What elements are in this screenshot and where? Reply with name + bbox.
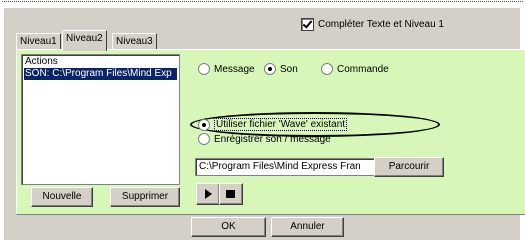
ok-button[interactable]: OK — [191, 217, 266, 237]
radio-record-sound-button[interactable] — [198, 133, 210, 145]
browse-button[interactable]: Parcourir — [374, 157, 444, 177]
radio-use-existing-wave-label: Utiliser fichier 'Wave' existant — [214, 118, 348, 131]
radio-commande[interactable]: Commande — [321, 63, 389, 75]
actions-list-header: Actions — [25, 56, 58, 67]
play-button[interactable] — [196, 183, 220, 205]
new-button[interactable]: Nouvelle — [31, 187, 93, 207]
delete-button[interactable]: Supprimer — [110, 187, 180, 207]
tab-niveau2[interactable]: Niveau2 — [62, 30, 107, 51]
radio-record-sound-label: Enrégistrer son / message — [214, 133, 331, 145]
radio-son[interactable]: Son — [264, 63, 298, 75]
actions-listbox[interactable]: Actions SON: C:\Program Files\Mind Exp — [21, 54, 180, 185]
wave-file-path-field[interactable]: C:\Program Files\Mind Express Fran — [195, 158, 375, 176]
radio-message-label: Message — [214, 63, 255, 75]
play-icon — [205, 189, 212, 199]
radio-commande-label: Commande — [337, 63, 389, 75]
dialog-window: Compléter Texte et Niveau 1 Niveau1 Nive… — [4, 8, 525, 240]
radio-message[interactable]: Message — [198, 63, 255, 75]
stop-icon — [226, 190, 235, 198]
radio-commande-button[interactable] — [321, 63, 333, 75]
radio-son-label: Son — [280, 63, 298, 75]
radio-son-button[interactable] — [264, 63, 276, 75]
radio-use-existing-wave-button[interactable] — [198, 118, 210, 131]
list-item[interactable]: SON: C:\Program Files\Mind Exp — [24, 68, 177, 80]
tab-niveau3[interactable]: Niveau3 — [112, 33, 157, 50]
checkbox-box[interactable] — [301, 17, 314, 31]
tab-niveau1[interactable]: Niveau1 — [16, 33, 61, 50]
stop-button[interactable] — [219, 183, 243, 205]
dotted-separator — [2, 1, 523, 2]
checkbox-label: Compléter Texte et Niveau 1 — [318, 18, 444, 30]
radio-record-sound[interactable]: Enrégistrer son / message — [198, 133, 331, 145]
radio-use-existing-wave[interactable]: Utiliser fichier 'Wave' existant — [198, 118, 348, 131]
tab-panel-niveau2: Actions SON: C:\Program Files\Mind Exp N… — [16, 49, 525, 215]
radio-message-button[interactable] — [198, 63, 210, 75]
complete-text-level1-checkbox[interactable]: Compléter Texte et Niveau 1 — [301, 17, 444, 31]
cancel-button[interactable]: Annuler — [271, 217, 344, 237]
